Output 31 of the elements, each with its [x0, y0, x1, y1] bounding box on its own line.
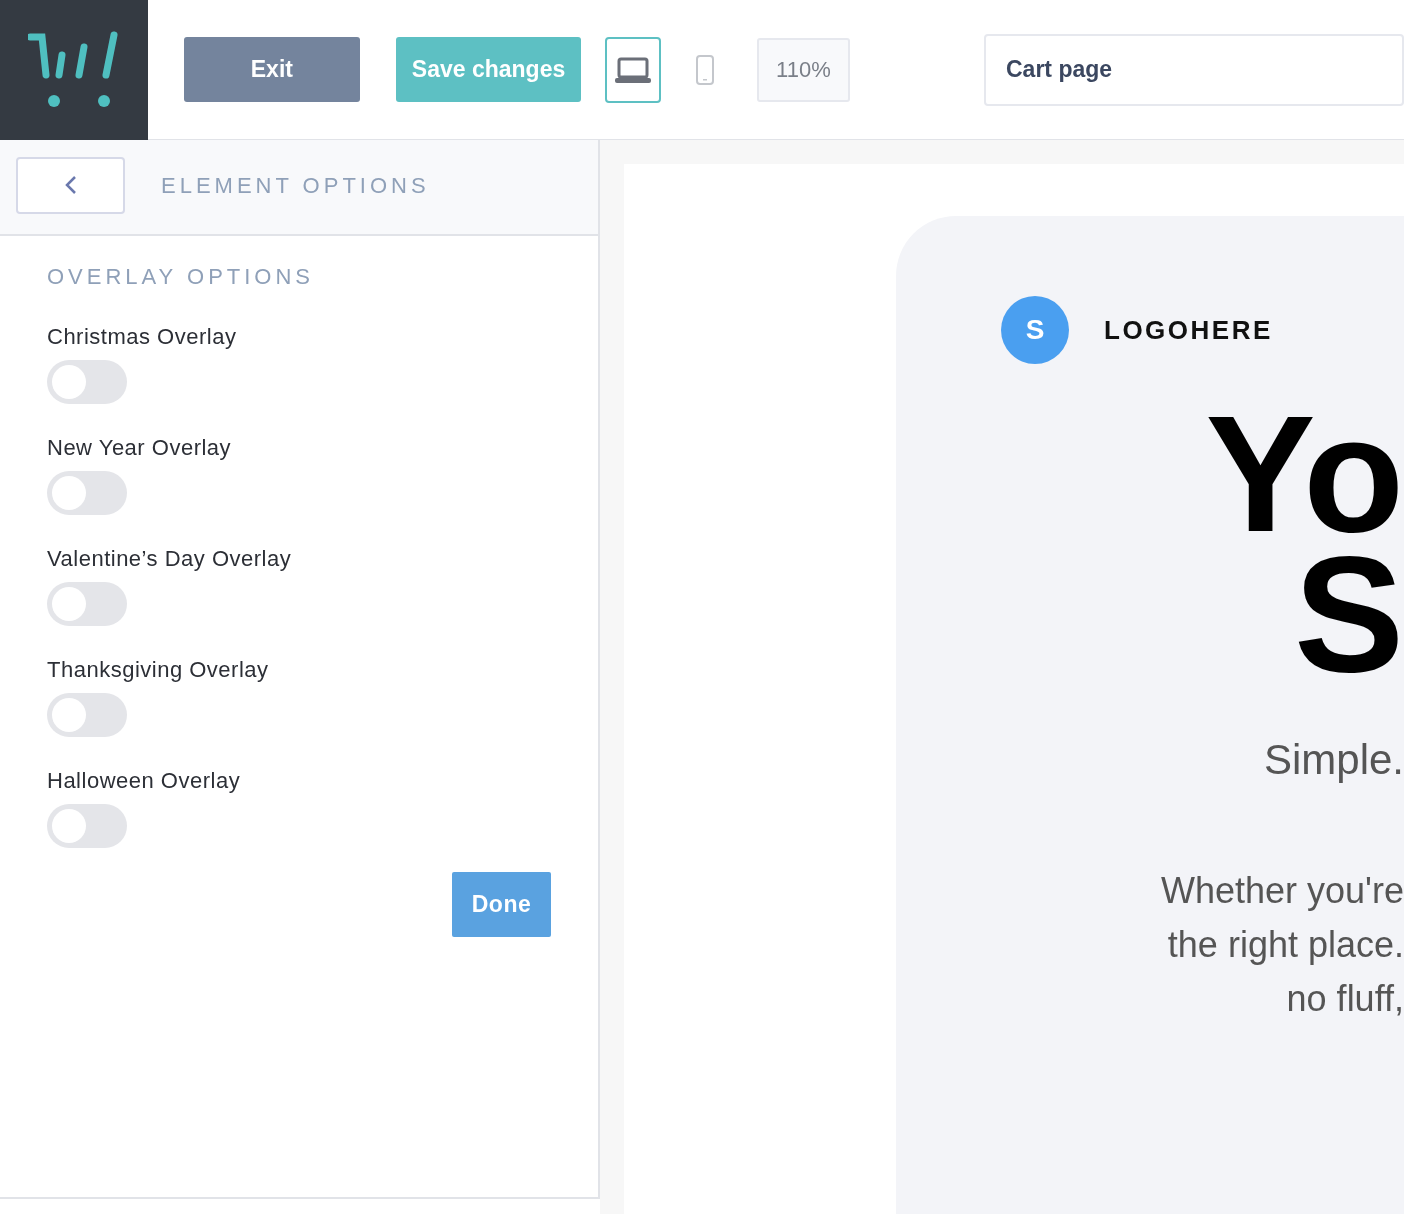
laptop-icon	[614, 55, 653, 84]
toggle-switch[interactable]	[47, 360, 127, 404]
desktop-view-button[interactable]	[605, 36, 662, 103]
exit-button[interactable]: Exit	[184, 37, 360, 102]
panel-title: ELEMENT OPTIONS	[161, 173, 430, 199]
option-label: Valentine’s Day Overlay	[47, 546, 292, 572]
toggle-switch[interactable]	[47, 804, 127, 848]
back-button[interactable]	[16, 156, 125, 214]
section-heading: OVERLAY OPTIONS	[47, 264, 316, 290]
body-text: no fluff,	[1286, 977, 1404, 1021]
logo-text: LOGOHERE	[1104, 314, 1273, 346]
chevron-left-icon	[63, 174, 78, 196]
body-text: the right place.	[1167, 923, 1404, 967]
option-label: New Year Overlay	[47, 435, 232, 461]
option-label: Christmas Overlay	[47, 324, 237, 350]
phone-icon	[695, 53, 716, 86]
headline: Yo	[1205, 404, 1404, 544]
cart-logo-icon	[28, 30, 120, 109]
tagline: Simple.	[1262, 736, 1404, 784]
page-select[interactable]: Cart page	[984, 33, 1404, 106]
toggle-switch[interactable]	[47, 693, 127, 737]
save-button[interactable]: Save changes	[395, 37, 582, 102]
option-label: Thanksgiving Overlay	[47, 657, 269, 683]
option-label: Halloween Overlay	[47, 768, 241, 794]
toggle-switch[interactable]	[47, 471, 127, 515]
toggle-switch[interactable]	[47, 582, 127, 626]
done-button[interactable]: Done	[452, 872, 551, 937]
logo-circle: S	[1001, 296, 1069, 364]
zoom-level[interactable]: 110%	[756, 37, 850, 102]
body-text: Whether you're	[1161, 869, 1404, 913]
headline: S	[1293, 544, 1404, 684]
